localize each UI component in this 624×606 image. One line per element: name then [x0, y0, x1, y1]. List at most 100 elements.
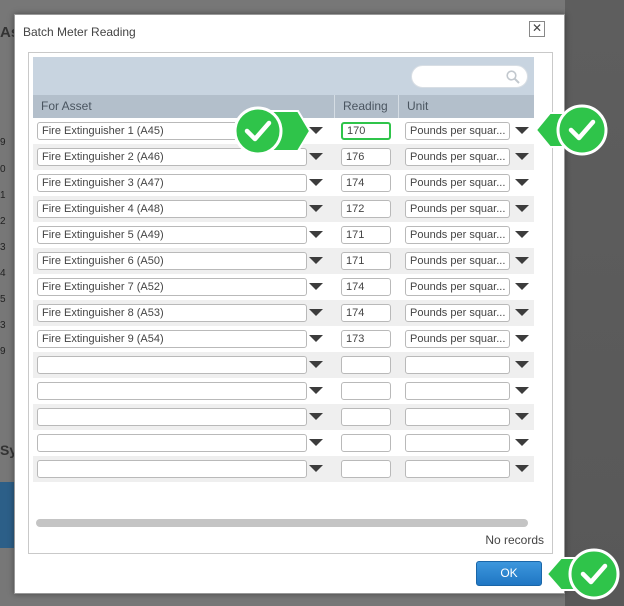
chevron-down-icon[interactable]: [309, 413, 323, 420]
unit-field[interactable]: Pounds per squar...: [405, 304, 510, 322]
asset-field[interactable]: Fire Extinguisher 8 (A53): [37, 304, 307, 322]
chevron-down-icon[interactable]: [515, 387, 529, 394]
asset-field[interactable]: Fire Extinguisher 9 (A54): [37, 330, 307, 348]
table-row: Fire Extinguisher 3 (A47) 174 Pounds per s…: [33, 170, 534, 196]
unit-field[interactable]: [405, 434, 510, 452]
background-number: 4: [0, 268, 6, 279]
grid-body: Fire Extinguisher 1 (A45) 170 Pounds per s…: [33, 118, 534, 482]
check-callout-icon: [545, 548, 620, 600]
background-banner: [0, 482, 14, 548]
asset-field[interactable]: Fire Extinguisher 7 (A52): [37, 278, 307, 296]
background-number: 5: [0, 294, 6, 305]
unit-field[interactable]: [405, 356, 510, 374]
table-row: [33, 404, 534, 430]
table-row: Fire Extinguisher 5 (A49) 171 Pounds per s…: [33, 222, 534, 248]
reading-field[interactable]: [341, 408, 391, 426]
records-status: No records: [485, 533, 544, 547]
table-row: Fire Extinguisher 8 (A53) 174 Pounds per s…: [33, 300, 534, 326]
chevron-down-icon[interactable]: [515, 257, 529, 264]
chevron-down-icon[interactable]: [309, 387, 323, 394]
reading-field[interactable]: 173: [341, 330, 391, 348]
chevron-down-icon[interactable]: [309, 283, 323, 290]
chevron-down-icon[interactable]: [515, 413, 529, 420]
table-row: Fire Extinguisher 9 (A54) 173 Pounds per s…: [33, 326, 534, 352]
chevron-down-icon[interactable]: [309, 231, 323, 238]
chevron-down-icon[interactable]: [515, 127, 529, 134]
unit-field[interactable]: [405, 382, 510, 400]
chevron-down-icon[interactable]: [309, 361, 323, 368]
chevron-down-icon[interactable]: [309, 465, 323, 472]
unit-field[interactable]: Pounds per squar...: [405, 252, 510, 270]
asset-field[interactable]: Fire Extinguisher 4 (A48): [37, 200, 307, 218]
table-row: [33, 378, 534, 404]
table-row: [33, 430, 534, 456]
unit-field[interactable]: Pounds per squar...: [405, 330, 510, 348]
reading-field[interactable]: 170: [341, 122, 391, 140]
unit-field[interactable]: Pounds per squar...: [405, 122, 510, 140]
reading-field[interactable]: [341, 434, 391, 452]
column-header-reading[interactable]: Reading: [335, 95, 399, 118]
unit-field[interactable]: Pounds per squar...: [405, 278, 510, 296]
check-callout-icon: [233, 106, 312, 156]
chevron-down-icon[interactable]: [309, 309, 323, 316]
reading-field[interactable]: [341, 382, 391, 400]
reading-field[interactable]: [341, 356, 391, 374]
chevron-down-icon[interactable]: [515, 153, 529, 160]
reading-field[interactable]: 172: [341, 200, 391, 218]
background-right-panel: [565, 0, 624, 606]
chevron-down-icon[interactable]: [515, 465, 529, 472]
table-row: Fire Extinguisher 7 (A52) 174 Pounds per s…: [33, 274, 534, 300]
ok-button[interactable]: OK: [476, 561, 542, 586]
unit-field[interactable]: Pounds per squar...: [405, 226, 510, 244]
background-number: 0: [0, 164, 6, 175]
unit-field[interactable]: Pounds per squar...: [405, 200, 510, 218]
background-number: 3: [0, 242, 6, 253]
table-row: [33, 456, 534, 482]
chevron-down-icon[interactable]: [515, 439, 529, 446]
table-row: Fire Extinguisher 4 (A48) 172 Pounds per s…: [33, 196, 534, 222]
grid-toolbar: [33, 57, 534, 95]
reading-field[interactable]: 171: [341, 252, 391, 270]
chevron-down-icon[interactable]: [515, 361, 529, 368]
asset-field[interactable]: [37, 408, 307, 426]
background-number: 2: [0, 216, 6, 227]
chevron-down-icon[interactable]: [515, 335, 529, 342]
reading-field[interactable]: 171: [341, 226, 391, 244]
chevron-down-icon[interactable]: [515, 205, 529, 212]
asset-field[interactable]: Fire Extinguisher 5 (A49): [37, 226, 307, 244]
chevron-down-icon[interactable]: [309, 335, 323, 342]
chevron-down-icon[interactable]: [515, 179, 529, 186]
table-row: Fire Extinguisher 6 (A50) 171 Pounds per s…: [33, 248, 534, 274]
background-number: 9: [0, 346, 6, 357]
chevron-down-icon[interactable]: [515, 283, 529, 290]
asset-field[interactable]: [37, 382, 307, 400]
reading-field[interactable]: [341, 460, 391, 478]
reading-field[interactable]: 174: [341, 278, 391, 296]
chevron-down-icon[interactable]: [309, 205, 323, 212]
reading-field[interactable]: 176: [341, 148, 391, 166]
chevron-down-icon[interactable]: [515, 231, 529, 238]
unit-field[interactable]: [405, 408, 510, 426]
table-row: [33, 352, 534, 378]
search-input[interactable]: [411, 65, 528, 88]
reading-field[interactable]: 174: [341, 304, 391, 322]
asset-field[interactable]: [37, 434, 307, 452]
unit-field[interactable]: [405, 460, 510, 478]
close-icon[interactable]: ✕: [529, 21, 545, 37]
chevron-down-icon[interactable]: [309, 257, 323, 264]
chevron-down-icon[interactable]: [309, 179, 323, 186]
asset-field[interactable]: [37, 460, 307, 478]
search-icon: [506, 70, 520, 84]
chevron-down-icon[interactable]: [515, 309, 529, 316]
reading-field[interactable]: 174: [341, 174, 391, 192]
asset-field[interactable]: Fire Extinguisher 3 (A47): [37, 174, 307, 192]
unit-field[interactable]: Pounds per squar...: [405, 174, 510, 192]
horizontal-scrollbar[interactable]: [36, 519, 528, 527]
unit-field[interactable]: Pounds per squar...: [405, 148, 510, 166]
dialog-title: Batch Meter Reading: [23, 25, 136, 39]
asset-field[interactable]: Fire Extinguisher 6 (A50): [37, 252, 307, 270]
asset-field[interactable]: [37, 356, 307, 374]
chevron-down-icon[interactable]: [309, 439, 323, 446]
background-number: 3: [0, 320, 6, 331]
column-header-unit[interactable]: Unit: [399, 95, 534, 118]
